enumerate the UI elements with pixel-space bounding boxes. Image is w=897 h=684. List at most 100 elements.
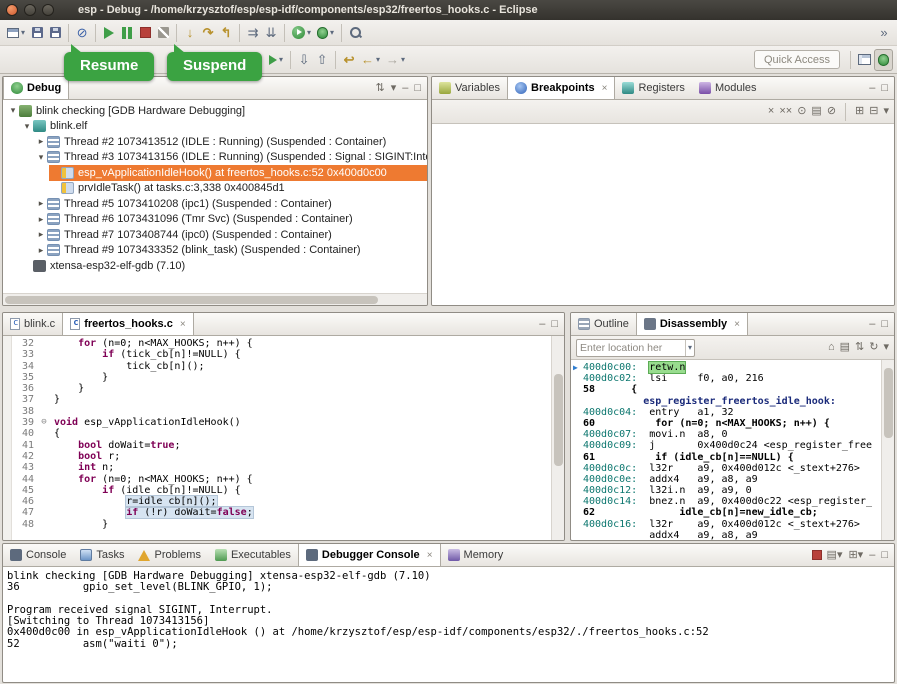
close-icon[interactable]: × bbox=[180, 319, 186, 330]
code-line[interactable]: for (n=0; n<MAX_HOOKS; n++) { bbox=[54, 338, 551, 349]
drop-to-frame-button[interactable]: ⇊ bbox=[262, 22, 280, 44]
display-selected-console-icon[interactable]: ▤▾ bbox=[826, 550, 844, 561]
chevron-down-icon[interactable]: ▾ bbox=[685, 340, 694, 356]
minimize-button[interactable]: – bbox=[868, 550, 876, 561]
step-over-button[interactable]: ↷ bbox=[199, 22, 217, 44]
debug-tree-item[interactable]: ▸Thread #2 1073413512 (IDLE : Running) (… bbox=[3, 134, 427, 150]
tab-registers[interactable]: Registers bbox=[615, 77, 691, 99]
debug-button[interactable]: ▾ bbox=[314, 22, 337, 44]
code-editor[interactable]: 3233343536373839404142434445464748 ⊖ for… bbox=[3, 336, 564, 540]
debug-tree-item[interactable]: esp_vApplicationIdleHook() at freertos_h… bbox=[3, 165, 427, 181]
tree-item-content[interactable]: esp_vApplicationIdleHook() at freertos_h… bbox=[49, 165, 427, 181]
tab-problems[interactable]: Problems bbox=[131, 544, 207, 566]
show-source-icon[interactable]: ▤ bbox=[840, 342, 850, 353]
code-line[interactable]: if (idle_cb[n]!=NULL) { bbox=[54, 485, 551, 496]
run-button[interactable]: ▾ bbox=[289, 22, 314, 44]
code-line[interactable]: r=idle_cb[n](); bbox=[54, 496, 551, 507]
next-annotation-button[interactable]: ⇩ bbox=[295, 49, 313, 71]
skip-all-breakpoints-button[interactable]: ⊘ bbox=[73, 22, 91, 44]
disconnect-button[interactable] bbox=[154, 22, 172, 44]
disassembly-line[interactable]: 400d0c02: lsi f0, a0, 216 bbox=[573, 373, 881, 384]
disassembly-line[interactable]: 400d0c07: movi.n a8, 0 bbox=[573, 429, 881, 440]
fold-minus-icon[interactable]: ⊖ bbox=[38, 417, 50, 428]
refresh-icon[interactable]: ↻ bbox=[869, 342, 878, 353]
suspend-button[interactable] bbox=[118, 22, 136, 44]
tab-freertos-hooks-c[interactable]: freertos_hooks.c × bbox=[62, 313, 194, 335]
window-close-button[interactable] bbox=[6, 4, 18, 16]
tab-tasks[interactable]: Tasks bbox=[73, 544, 131, 566]
view-menu-icon[interactable]: ▾ bbox=[390, 83, 398, 94]
debug-perspective-button[interactable] bbox=[874, 49, 893, 71]
horizontal-scrollbar[interactable] bbox=[3, 293, 427, 305]
tree-item-content[interactable]: ▾blink checking [GDB Hardware Debugging] bbox=[7, 103, 427, 119]
debug-tree-item[interactable]: ▾blink.elf bbox=[3, 119, 427, 135]
go-to-file-icon[interactable]: ▤ bbox=[811, 106, 821, 117]
disassembly-line[interactable]: 400d0c16: l32r a9, 0x400d012c <_stext+27… bbox=[573, 519, 881, 530]
home-icon[interactable]: ⌂ bbox=[828, 342, 835, 353]
code-line[interactable]: tick_cb[n](); bbox=[54, 361, 551, 372]
debug-tree-item[interactable]: ▸Thread #6 1073431096 (Tmr Svc) (Suspend… bbox=[3, 212, 427, 228]
new-wizard-button[interactable]: ▾ bbox=[4, 22, 28, 44]
window-maximize-button[interactable] bbox=[42, 4, 54, 16]
tree-item-content[interactable]: ▾blink.elf bbox=[21, 119, 427, 135]
debug-tree-item[interactable]: prvIdleTask() at tasks.c:3,338 0x400845d… bbox=[3, 181, 427, 197]
save-all-button[interactable] bbox=[46, 22, 64, 44]
minimize-button[interactable]: – bbox=[538, 319, 546, 330]
external-tools-button[interactable]: ▾ bbox=[266, 49, 286, 71]
open-console-icon[interactable]: ⊞▾ bbox=[847, 550, 864, 561]
window-minimize-button[interactable] bbox=[24, 4, 36, 16]
disassembly-line[interactable]: 400d0c12: l32i.n a9, a9, 0 bbox=[573, 485, 881, 496]
disassembly-line[interactable]: 61 if (idle_cb[n]==NULL) { bbox=[573, 452, 881, 463]
search-button[interactable] bbox=[346, 22, 365, 44]
terminate-button[interactable] bbox=[136, 22, 154, 44]
maximize-button[interactable]: □ bbox=[880, 550, 889, 561]
tab-debugger-console[interactable]: Debugger Console × bbox=[298, 544, 441, 566]
show-breakpoints-for-selected-icon[interactable]: ⊙ bbox=[797, 106, 806, 117]
twistie-icon[interactable]: ▸ bbox=[35, 245, 47, 256]
tab-disassembly[interactable]: Disassembly × bbox=[636, 313, 748, 335]
debug-tree-item[interactable]: ▾blink checking [GDB Hardware Debugging] bbox=[3, 103, 427, 119]
close-icon[interactable]: × bbox=[602, 83, 608, 94]
link-with-debug-icon[interactable]: ⇅ bbox=[374, 83, 385, 94]
code-line[interactable]: if (!r) doWait=false; bbox=[54, 507, 551, 518]
location-combo[interactable]: ▾ bbox=[576, 339, 695, 357]
instruction-stepping-button[interactable]: ⇉ bbox=[244, 22, 262, 44]
maximize-button[interactable]: □ bbox=[550, 319, 559, 330]
code-line[interactable]: bool r; bbox=[54, 451, 551, 462]
debug-tree-item[interactable]: ▸Thread #5 1073410208 (ipc1) (Suspended … bbox=[3, 196, 427, 212]
twistie-icon[interactable]: ▾ bbox=[7, 105, 19, 116]
close-icon[interactable]: × bbox=[427, 550, 433, 561]
code-line[interactable]: } bbox=[54, 394, 551, 405]
scrollbar-thumb[interactable] bbox=[5, 296, 378, 304]
disassembly-line[interactable]: 400d0c04: entry a1, 32 bbox=[573, 407, 881, 418]
code-line[interactable]: int n; bbox=[54, 462, 551, 473]
view-menu-icon[interactable]: ▾ bbox=[883, 342, 889, 353]
code-area[interactable]: for (n=0; n<MAX_HOOKS; n++) { if (tick_c… bbox=[50, 336, 551, 540]
disassembly-line[interactable]: 58 { bbox=[573, 384, 881, 395]
tree-item-content[interactable]: prvIdleTask() at tasks.c:3,338 0x400845d… bbox=[49, 181, 427, 197]
disassembly-line[interactable]: ▶400d0c00: retw.n bbox=[573, 362, 881, 373]
resume-button[interactable] bbox=[100, 22, 118, 44]
code-line[interactable]: } bbox=[54, 372, 551, 383]
code-line[interactable] bbox=[54, 406, 551, 417]
close-icon[interactable]: × bbox=[734, 319, 740, 330]
tree-item-content[interactable]: ▾Thread #3 1073413156 (IDLE : Running) (… bbox=[35, 150, 427, 166]
debug-tree-item[interactable]: xtensa-esp32-elf-gdb (7.10) bbox=[3, 258, 427, 274]
disassembly-line[interactable]: 400d0c0c: l32r a9, 0x400d012c <_stext+27… bbox=[573, 463, 881, 474]
code-line[interactable]: bool doWait=true; bbox=[54, 440, 551, 451]
tree-item-content[interactable]: ▸Thread #2 1073413512 (IDLE : Running) (… bbox=[35, 134, 427, 150]
disassembly-line[interactable]: 400d0c0e: addx4 a9, a8, a9 bbox=[573, 474, 881, 485]
code-line[interactable]: if (tick_cb[n]!=NULL) { bbox=[54, 349, 551, 360]
tab-outline[interactable]: Outline bbox=[571, 313, 636, 335]
sync-icon[interactable]: ⇅ bbox=[855, 342, 864, 353]
minimize-button[interactable]: – bbox=[401, 83, 409, 94]
fold-column[interactable]: ⊖ bbox=[38, 336, 50, 540]
scrollbar-thumb[interactable] bbox=[554, 374, 563, 466]
maximize-button[interactable]: □ bbox=[413, 83, 422, 94]
disassembly-listing[interactable]: ▶400d0c00: retw.n400d0c02: lsi f0, a0, 2… bbox=[571, 360, 881, 540]
tree-item-content[interactable]: xtensa-esp32-elf-gdb (7.10) bbox=[21, 258, 427, 274]
tree-item-content[interactable]: ▸Thread #6 1073431096 (Tmr Svc) (Suspend… bbox=[35, 212, 427, 228]
disassembly-line[interactable]: esp_register_freertos_idle_hook: bbox=[573, 396, 881, 407]
tab-memory[interactable]: Memory bbox=[441, 544, 511, 566]
tab-blink-c[interactable]: blink.c bbox=[3, 313, 62, 335]
